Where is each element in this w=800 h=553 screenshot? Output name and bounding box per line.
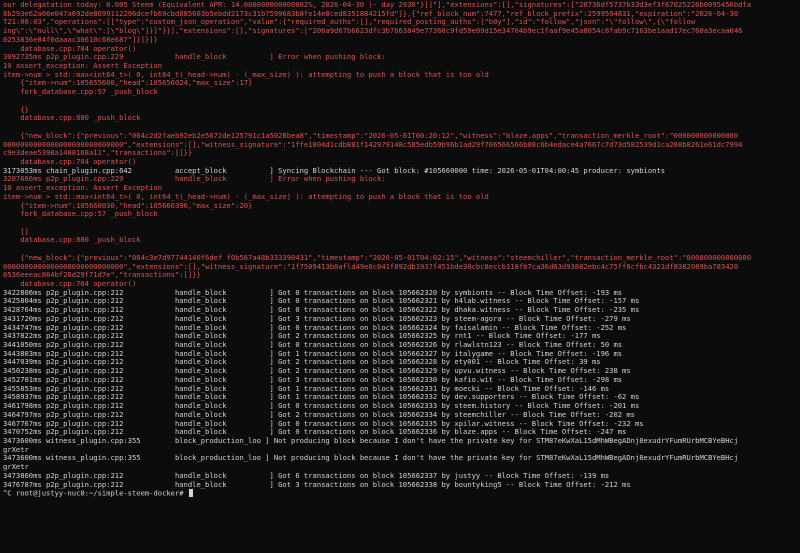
log-line: []: [3, 227, 29, 236]
log-line: 3473600ms witness_plugin.cpp:355 block_p…: [3, 454, 739, 463]
log-line: fork_database.cpp:57 _push_block: [3, 88, 158, 97]
log-line: item->num > std::max<int64_t>( 0, int64_…: [3, 70, 489, 79]
log-line: 0536eeeac864bf26d29f71d7e","transactions…: [3, 271, 201, 280]
log-line: 8b293e62a06e047a092de8699112296dcefb69cb…: [3, 9, 739, 18]
log-line: item->num > std::max<int64_t>( 0, int64_…: [3, 192, 489, 201]
log-line: 3467767ms p2p_plugin.cpp:212 handle_bloc…: [3, 419, 644, 428]
log-line: fork_database.cpp:57 _push_block: [3, 210, 158, 219]
log-line: 3452701ms p2p_plugin.cpp:212 handle_bloc…: [3, 375, 623, 384]
log-line: database.cpp:704 operator(): [3, 157, 137, 166]
log-line: 3207666ms p2p_plugin.cpp:229 handle_bloc…: [3, 175, 386, 184]
log-line: 3443803ms p2p_plugin.cpp:212 handle_bloc…: [3, 349, 623, 358]
log-line: 3428764ms p2p_plugin.cpp:212 handle_bloc…: [3, 306, 640, 315]
log-line: 3092735ms p2p_plugin.cpp:229 handle_bloc…: [3, 53, 386, 62]
log-line: c9e3deae5398a1488168a11","transactions":…: [3, 149, 193, 158]
log-line: database.cpp:880 _push_block: [3, 114, 141, 123]
log-line: database.cpp:704 operator(): [3, 280, 137, 288]
log-line: 0000000000000000000000000000","extension…: [3, 140, 743, 149]
log-line: database.cpp:880 _push_block: [3, 236, 141, 245]
log-line: {"item->num":105660030,"head":105660396,…: [3, 201, 253, 210]
log-line: ing\":\"null\",\"what\":[\"blog\"]}]"}}]…: [3, 27, 743, 36]
log-line: 3431720ms p2p_plugin.cpp:212 handle_bloc…: [3, 314, 631, 323]
log-line: 3450238ms p2p_plugin.cpp:212 handle_bloc…: [3, 367, 631, 376]
log-line: {"item->num":105655600,"head":105656024,…: [3, 79, 253, 88]
shell-prompt-line[interactable]: ^C root@justyy-nuc8:~/simple-steem-docke…: [3, 489, 797, 498]
log-line: 3461798ms p2p_plugin.cpp:212 handle_bloc…: [3, 402, 640, 411]
log-line: 3458937ms p2p_plugin.cpp:212 handle_bloc…: [3, 393, 640, 402]
log-line: T21:06:03","operations":[["type":"custom…: [3, 18, 696, 27]
log-line: 3422806ms p2p_plugin.cpp:212 handle_bloc…: [3, 288, 623, 297]
log-line: 3441050ms p2p_plugin.cpp:212 handle_bloc…: [3, 341, 623, 350]
log-line: 3425804ms p2p_plugin.cpp:212 handle_bloc…: [3, 297, 640, 306]
log-line: grXetr: [3, 445, 29, 454]
log-line: 3470752ms p2p_plugin.cpp:212 handle_bloc…: [3, 428, 627, 437]
log-line: 0000000000000000000000000000","extension…: [3, 262, 739, 271]
log-line: database.cpp:704 operator(): [3, 44, 137, 53]
log-line: 10 assert_exception: Assert Exception: [3, 62, 163, 71]
log-line: 3434747ms p2p_plugin.cpp:212 handle_bloc…: [3, 323, 627, 332]
log-line: 3455853ms p2p_plugin.cpp:212 handle_bloc…: [3, 384, 610, 393]
log-line: 3473600ms witness_plugin.cpp:355 block_p…: [3, 436, 739, 445]
log-line: grXetr: [3, 463, 29, 472]
log-line: 3437822ms p2p_plugin.cpp:212 handle_bloc…: [3, 332, 601, 341]
log-line: 3473860ms p2p_plugin.cpp:212 handle_bloc…: [3, 471, 610, 480]
log-line: 3464797ms p2p_plugin.cpp:212 handle_bloc…: [3, 410, 635, 419]
shell-prompt: ^C root@justyy-nuc8:~/simple-steem-docke…: [3, 488, 188, 498]
terminal-window[interactable]: our delegatation today: 0.005 Steem (Equ…: [0, 0, 800, 553]
log-line: 3173053ms chain_plugin.cpp:642 accept_bl…: [3, 166, 666, 175]
log-line: our delegatation today: 0.005 Steem (Equ…: [3, 1, 752, 9]
log-line: {}: [3, 105, 29, 114]
log-line: 3447039ms p2p_plugin.cpp:212 handle_bloc…: [3, 358, 601, 367]
log-line: {"new_block":{"previous":"064c3e7d977441…: [3, 253, 752, 262]
text-cursor: [188, 489, 193, 497]
log-line: 0253836e84f0daaac30610c68e687"]}]}]}: [3, 35, 158, 44]
log-line: 10 assert_exception: Assert Exception: [3, 184, 163, 193]
terminal-output: our delegatation today: 0.005 Steem (Equ…: [3, 1, 797, 489]
log-line: {"new_block":{"previous":"064c2d2faeb92e…: [3, 131, 739, 140]
